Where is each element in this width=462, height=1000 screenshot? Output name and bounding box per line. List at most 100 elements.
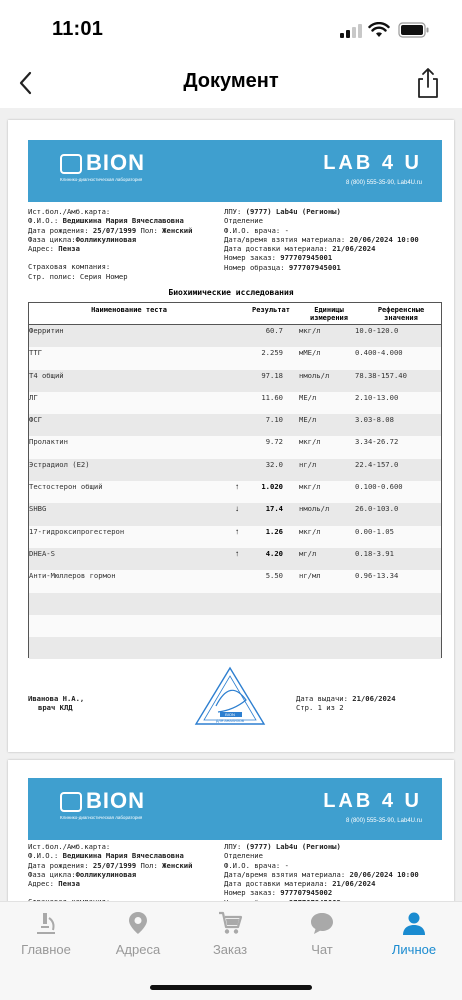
dob-label: Дата рождения: (28, 225, 89, 235)
dob-row: Дата рождения: 25/07/1999 Пол: Женский (28, 226, 192, 235)
order-value: 977707945002 (280, 888, 333, 898)
tab-addresses[interactable]: Адреса (92, 910, 184, 970)
delivered-row: Дата доставки материала: 21/06/2024 (224, 879, 419, 888)
patient-name-row: Ф.И.О.: Ведишкина Мария Вячеславовна (28, 216, 192, 225)
dob-row: Дата рождения: 25/07/1999 Пол: Женский (28, 861, 192, 870)
test-result: 5.50 (265, 571, 283, 581)
test-reference: 0.400-4.000 (355, 348, 403, 358)
test-name: ФСГ (29, 415, 42, 425)
lpu-label: ЛПУ: (224, 207, 242, 216)
sample-row: Номер образца: 977707945001 (224, 263, 419, 272)
patient-info: Ист.бол./Амб.карта: Ф.И.О.: Ведишкина Ма… (28, 207, 192, 281)
header-ref: Референсные значения (377, 306, 425, 322)
test-reference: 78.38-157.40 (355, 370, 407, 380)
tab-chat[interactable]: Чат (276, 910, 368, 970)
tab-label: Личное (391, 942, 437, 957)
dob-value: 25/07/1999 (92, 225, 137, 235)
table-rows: Ферритин 60.7 мкг/л 10.0-120.0 ТТГ 2.259 мМЕ/л… (29, 325, 441, 660)
share-icon[interactable] (414, 66, 442, 100)
lpu-row: ЛПУ: (9777) Lab4u (Регионы) (224, 207, 419, 216)
test-unit: мкг/л (299, 326, 321, 335)
patient-name: Ведишкина Мария Вячеславовна (62, 216, 184, 226)
taken-row: Дата/время взятия материала: 20/06/2024 … (224, 235, 419, 244)
bion-subtitle: Клинико-диагностическая лаборатория (60, 815, 143, 820)
tab-personal[interactable]: Личное (368, 910, 460, 970)
results-table: Наименование теста Результат Единицы изм… (28, 302, 442, 660)
table-row (29, 637, 441, 660)
tab-label: Заказ (212, 942, 248, 957)
bion-mark-icon (60, 154, 82, 174)
navigation-bar: Документ (0, 60, 462, 106)
doctor-signature: Иванова Н.А., врач КЛД (28, 694, 84, 713)
patient-name-row: Ф.И.О.: Ведишкина Мария Вячеславовна (28, 851, 192, 860)
test-name: SHBG (29, 504, 47, 514)
test-name: DHEA-S (29, 548, 55, 558)
test-unit: нмоль/л (299, 504, 330, 514)
bion-wordmark: BION (86, 788, 145, 813)
test-result: 9.72 (265, 437, 283, 447)
sample-label: Номер образца: (224, 262, 285, 272)
dob-value: 25/07/1999 (92, 860, 137, 870)
sex-label: Пол: (140, 225, 158, 235)
table-row: DHEA-S 4.20 мг/л 0.18-3.91 ↑ (29, 547, 441, 571)
test-unit: нмоль/л (299, 370, 330, 380)
lab4u-phone: 8 (800) 555-35-90, Lab4U.ru (345, 818, 422, 824)
map-pin-icon (129, 912, 147, 934)
phase-value: Фолликулиновая (75, 869, 137, 879)
test-reference: 3.34-26.72 (355, 437, 399, 447)
taken-label: Дата/время взятия материала: (224, 869, 346, 879)
test-result: 60.7 (265, 326, 283, 335)
tab-order[interactable]: Заказ (184, 910, 276, 970)
header-name: Наименование теста (91, 306, 167, 314)
lab4u-logo: LAB 4 U (323, 152, 422, 174)
cart-icon (219, 911, 243, 934)
chat-icon (311, 913, 333, 934)
header-unit: Единицы измерения (310, 306, 348, 322)
document-viewer[interactable]: BION Клинико-диагностическая лаборатория… (0, 108, 462, 901)
section-title: Биохимические исследования (168, 288, 294, 297)
issued-label: Дата выдачи: (296, 694, 348, 703)
address-label: Адрес: (28, 244, 54, 254)
lpu-row: ЛПУ: (9777) Lab4u (Регионы) (224, 842, 419, 851)
table-row (29, 592, 441, 615)
sample-value: 977707945001 (288, 262, 341, 272)
test-reference: 2.10-13.00 (355, 392, 399, 402)
address-label: Адрес: (28, 879, 54, 889)
bion-logo: BION Клинико-диагностическая лаборатория (60, 150, 170, 192)
test-unit: мкг/л (299, 482, 321, 492)
test-name: 17-гидроксипрогестерон (29, 526, 125, 536)
tab-main[interactable]: Главное (0, 910, 92, 970)
delivered-label: Дата доставки материала: (224, 879, 328, 889)
test-name: Пролактин (29, 437, 68, 447)
issued-row: Дата выдачи: 21/06/2024 (296, 694, 396, 703)
test-name: ЛГ (29, 392, 38, 402)
test-name: Тестостерон общий (29, 482, 103, 492)
tab-label: Чат (311, 942, 333, 957)
order-row: Номер заказ: 977707945002 (224, 888, 419, 897)
table-row: Ферритин 60.7 мкг/л 10.0-120.0 (29, 325, 441, 348)
test-reference: 0.00-1.05 (355, 526, 394, 536)
lpu-info: ЛПУ: (9777) Lab4u (Регионы) Отделение Ф.… (224, 842, 419, 901)
test-reference: 26.0-103.0 (355, 504, 399, 514)
person-icon (403, 912, 425, 935)
test-unit: нг/мл (299, 571, 321, 581)
doctor-role: врач КЛД (38, 703, 73, 713)
status-bar: 11:01 (0, 0, 462, 60)
stamp-bion: BION (225, 712, 235, 717)
lpu-info: ЛПУ: (9777) Lab4u (Регионы) Отделение Ф.… (224, 207, 419, 272)
order-label: Номер заказ: (224, 253, 276, 263)
order-row: Номер заказ: 977707945001 (224, 253, 419, 262)
taken-value: 20/06/2024 10:00 (349, 869, 419, 879)
table-row: Т4 общий 97.18 нмоль/л 78.38-157.40 (29, 369, 441, 392)
test-result: 32.0 (265, 459, 283, 469)
bion-subtitle: Клинико-диагностическая лаборатория (60, 177, 143, 182)
arrow-down-icon: ↓ (235, 504, 239, 514)
fio-label: Ф.И.О.: (28, 851, 59, 861)
phase-label: Фаза цикла: (28, 869, 76, 879)
lpu-label: ЛПУ: (224, 842, 242, 851)
table-header: Наименование теста Результат Единицы изм… (29, 303, 441, 325)
table-row: Тестостерон общий 1.020 мкг/л 0.100-0.600 ↑ (29, 481, 441, 504)
order-value: 977707945001 (280, 253, 333, 263)
wifi-icon (368, 22, 390, 37)
phase-row: Фаза цикла:Фолликулиновая (28, 235, 192, 244)
